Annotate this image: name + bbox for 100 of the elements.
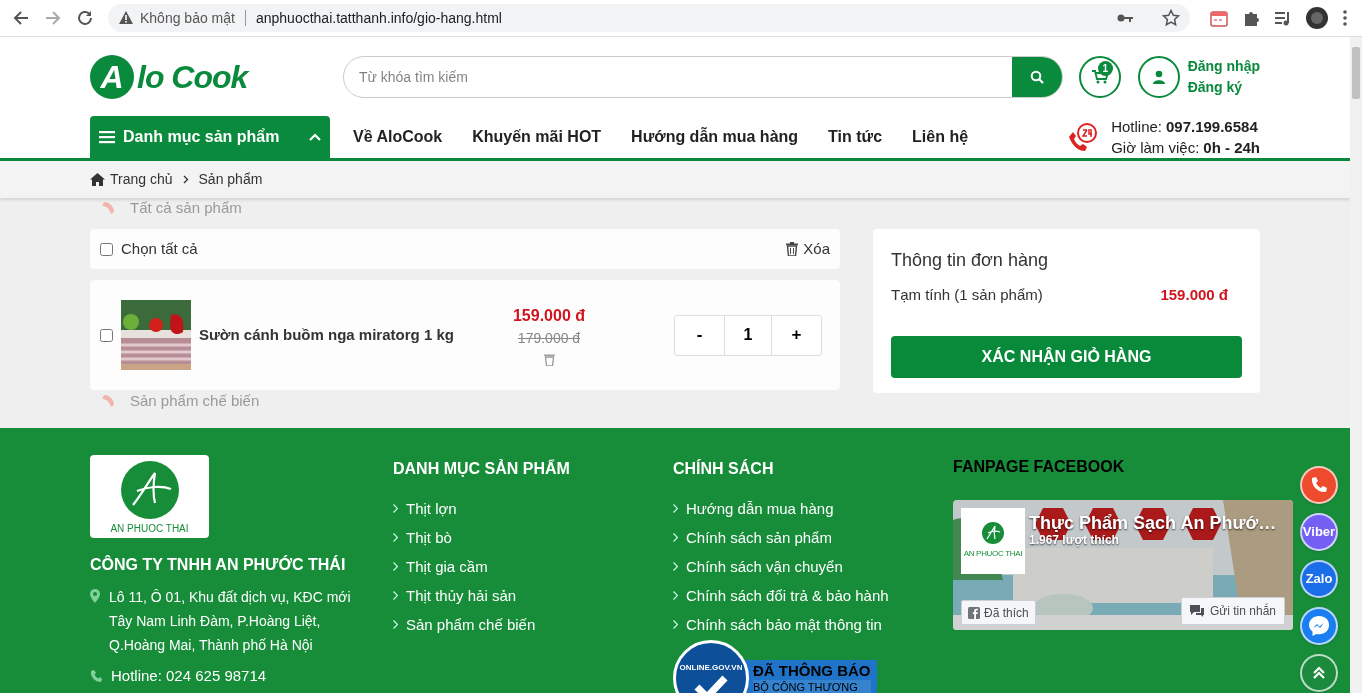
delete-button[interactable]: Xóa	[786, 237, 830, 261]
footer-link[interactable]: Chính sách đổi trả & bảo hành	[673, 586, 953, 605]
increase-button[interactable]: +	[772, 315, 821, 355]
hotline-number: 097.199.6584	[1166, 117, 1258, 137]
footer-link[interactable]: Thịt bò	[393, 528, 673, 547]
category-menu-item[interactable]: Tất cả sản phẩm	[100, 198, 350, 218]
back-icon	[12, 9, 30, 27]
chevron-right-icon	[393, 504, 398, 513]
menu-icon	[99, 130, 115, 144]
script-letter-icon	[982, 522, 1004, 544]
footer-column-title: CHÍNH SÁCH	[673, 458, 775, 479]
quantity-stepper[interactable]: - 1 +	[674, 314, 822, 356]
confirm-cart-button[interactable]: XÁC NHẬN GIỎ HÀNG	[891, 335, 1242, 378]
footer-link[interactable]: Thịt thủy hải sản	[393, 586, 673, 605]
product-name[interactable]: Sườn cánh buồm nga miratorg 1 kg	[199, 323, 479, 347]
chevron-up-icon	[309, 133, 321, 141]
login-link[interactable]: Đăng nhập	[1187, 55, 1260, 77]
page-logo: AN PHUOC THAI	[961, 508, 1025, 574]
scrollbar[interactable]	[1350, 37, 1362, 693]
footer-logo: AN PHUOC THAI	[90, 455, 209, 538]
nav-link[interactable]: Khuyến mãi HOT	[472, 125, 602, 149]
facebook-icon	[968, 606, 980, 619]
subtotal-value: 159.000 đ	[1160, 285, 1228, 305]
chevron-right-icon	[393, 620, 398, 629]
category-menu-item[interactable]: Sản phẩm chế biến	[100, 391, 350, 411]
nav-link[interactable]: Tin tức	[828, 125, 883, 149]
item-checkbox[interactable]	[100, 328, 113, 342]
select-all-label[interactable]: Chọn tất cả	[121, 237, 198, 261]
chevron-right-icon	[673, 562, 678, 571]
double-chevron-up-icon	[1312, 666, 1326, 680]
trash-icon	[543, 353, 555, 366]
send-message-button[interactable]: Gửi tin nhắn	[1180, 597, 1285, 625]
registration-badge[interactable]: ONLINE.GOV.VN ĐÃ THÔNG BÁO BỘ CÔNG THƯƠNG	[673, 640, 877, 693]
chevron-right-icon	[393, 591, 398, 600]
footer-link[interactable]: Thịt lợn	[393, 499, 673, 518]
chevron-right-icon	[182, 175, 189, 184]
user-icon	[1152, 69, 1165, 84]
subtotal-label: Tạm tính (1 sản phẩm)	[891, 285, 1043, 305]
company-name: CÔNG TY TNHH AN PHƯỚC THÁI	[90, 554, 347, 575]
home-icon	[90, 173, 105, 186]
select-all-checkbox[interactable]	[100, 242, 113, 256]
chevron-right-icon	[673, 504, 678, 513]
forward-button[interactable]	[44, 9, 62, 27]
star-icon	[1162, 9, 1180, 27]
search-icon	[1029, 69, 1044, 84]
breadcrumb-current: Sản phẩm	[198, 170, 263, 189]
footer-link[interactable]: Chính sách bảo mật thông tin	[673, 615, 953, 634]
account-button[interactable]	[1137, 55, 1180, 98]
more-icon	[1342, 9, 1348, 27]
phone-icon	[1310, 476, 1328, 494]
warning-icon	[118, 10, 134, 26]
footer-link[interactable]: Chính sách sản phẩm	[673, 528, 953, 547]
reload-icon	[76, 9, 94, 27]
location-pin-icon	[90, 589, 100, 603]
hotline-label: Hotline:	[1111, 117, 1162, 137]
trash-icon	[786, 242, 799, 256]
company-hotline: Hotline: 024 625 98714	[111, 666, 267, 686]
chevron-right-icon	[673, 620, 678, 629]
hours-label: Giờ làm việc:	[1111, 138, 1200, 158]
meat-icon	[100, 393, 116, 409]
chevron-right-icon	[673, 591, 678, 600]
playlist-icon	[1274, 9, 1292, 27]
address-bar[interactable]: Không bảo mật anphuocthai.tatthanh.info/gio-hang.html	[108, 4, 1190, 32]
logo-text[interactable]: lo Cook	[137, 60, 248, 93]
messenger-icon	[1308, 615, 1330, 637]
footer-link[interactable]: Sản phẩm chế biến	[393, 615, 673, 634]
cart-button[interactable]: 1	[1078, 55, 1121, 98]
chevron-right-icon	[673, 533, 678, 542]
footer-link[interactable]: Thịt gia cầm	[393, 557, 673, 576]
original-price: 179.000 đ	[517, 329, 581, 348]
url-text: anphuocthai.tatthanh.info/gio-hang.html	[255, 8, 502, 28]
summary-title: Thông tin đơn hàng	[891, 249, 1049, 272]
reload-button[interactable]	[76, 9, 94, 27]
search-button[interactable]	[1011, 56, 1062, 97]
nav-link[interactable]: Về AloCook	[353, 125, 443, 149]
chevron-right-icon	[393, 562, 398, 571]
fanpage-title: FANPAGE FACEBOOK	[953, 457, 1126, 477]
nav-link[interactable]: Liên hệ	[912, 125, 969, 149]
decrease-button[interactable]: -	[675, 315, 724, 355]
phone-icon	[90, 670, 102, 683]
remove-item-button[interactable]	[543, 353, 555, 366]
puzzle-icon	[1242, 9, 1260, 27]
company-address: Lô 11, Ô 01, Khu đất dịch vụ, KĐC mới Tây Nam Linh Đàm, P.Hoàng Liệt, Q.Hoàng Mai, Thành phố Hà Nội	[109, 588, 352, 655]
liked-button[interactable]: Đã thích	[961, 600, 1036, 625]
script-letter-icon	[120, 461, 179, 519]
chevron-right-icon	[393, 533, 398, 542]
chat-bubbles-icon	[1189, 605, 1204, 617]
logo-mark[interactable]: A	[90, 54, 134, 99]
footer-link[interactable]: Chính sách vận chuyển	[673, 557, 953, 576]
cart-count-badge: 1	[1097, 60, 1113, 76]
quantity-field[interactable]: 1	[724, 315, 772, 355]
footer-link[interactable]: Hướng dẫn mua hàng	[673, 499, 953, 518]
nav-link[interactable]: Hướng dẫn mua hàng	[631, 125, 799, 149]
category-menu-button[interactable]: Danh mục sản phẩm	[90, 116, 330, 158]
calendar-icon	[1210, 9, 1228, 27]
sale-price: 159.000 đ	[512, 306, 586, 326]
register-link[interactable]: Đăng ký	[1187, 76, 1260, 98]
forward-icon	[44, 9, 62, 27]
breadcrumb-link[interactable]: Trang chủ	[90, 169, 173, 190]
back-button[interactable]	[12, 9, 30, 27]
